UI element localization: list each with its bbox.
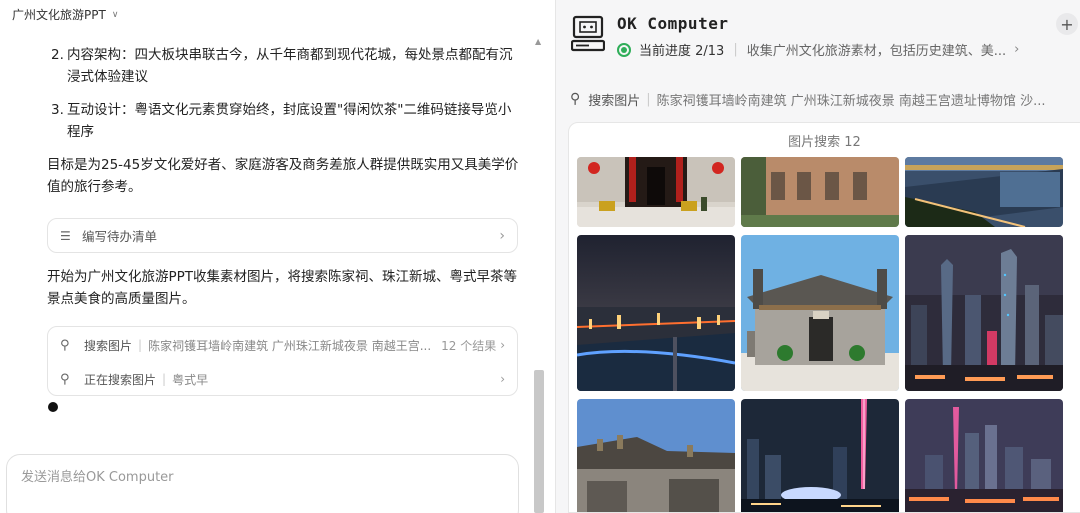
results-header: 图片搜索 12 xyxy=(788,134,861,150)
scrollbar-thumb[interactable] xyxy=(534,370,544,513)
search-query: 陈家祠镬耳墙岭南建筑 广州珠江新城夜景 南越王宫遗址博物馆 沙... xyxy=(656,93,1046,109)
result-count: 12 个结果 xyxy=(441,338,497,353)
canton-tower-night-image[interactable] xyxy=(741,399,899,512)
divider: | xyxy=(646,91,651,107)
message-content: 2. 内容架构：四大板块串联古今，从千年商都到现代花城，每处景点都配有沉浸式体验… xyxy=(47,44,521,198)
list-item: 3. 互动设计：粤语文化元素贯穿始终，封底设置"得闲饮茶"二维码链接导览小程序 xyxy=(47,99,521,143)
guangzhou-skyline-night-image[interactable] xyxy=(905,399,1063,512)
list-number: 3. xyxy=(51,102,64,118)
status-dot-icon xyxy=(617,42,631,57)
document-title: 广州文化旅游PPT xyxy=(12,8,106,22)
list-number: 2. xyxy=(51,47,64,63)
list-item: 2. 内容架构：四大板块串联古今，从千年商都到现代花城，每处景点都配有沉浸式体验… xyxy=(47,44,521,88)
chevron-down-icon: ∨ xyxy=(111,9,119,20)
message-input[interactable]: 发送消息给OK Computer xyxy=(6,454,519,513)
searching-icon: ⚲ xyxy=(60,371,70,387)
start-paragraph: 开始为广州文化旅游PPT收集素材图片，将搜索陈家祠、珠江新城、粤式早茶等景点美食… xyxy=(47,269,518,307)
progress-row[interactable]: 当前进度 2/13 | 收集广州文化旅游素材，包括历史建筑、美... › xyxy=(617,40,1057,59)
list-icon: ☰ xyxy=(60,228,71,243)
progress-label: 当前进度 2/13 xyxy=(639,44,725,59)
image-results-panel: 图片搜索 12 xyxy=(568,122,1080,513)
chen-clan-temple-gate-image[interactable] xyxy=(577,157,735,227)
chen-clan-roof-ridge-image[interactable] xyxy=(577,399,735,512)
computer-pane: OK Computer 当前进度 2/13 | 收集广州文化旅游素材，包括历史建… xyxy=(555,0,1080,513)
chevron-right-icon: › xyxy=(499,227,505,244)
search-icon: ⚲ xyxy=(60,337,70,353)
search-steps-card: ⚲ 搜索图片 | 陈家祠镬耳墙岭南建筑 广州珠江新城夜景 南越王宫... 12 … xyxy=(47,326,518,396)
search-label: 搜索图片 xyxy=(588,93,641,109)
pearl-river-night-aerial-image[interactable] xyxy=(577,235,735,391)
chevron-right-icon: › xyxy=(500,372,505,386)
step-label: 正在搜索图片 xyxy=(84,372,157,387)
step-label: 搜索图片 xyxy=(84,338,133,353)
divider: | xyxy=(162,372,167,386)
typing-indicator xyxy=(48,402,58,412)
todo-list-card[interactable]: ☰ 编写待办清单 › xyxy=(47,218,518,253)
computer-icon xyxy=(571,15,605,52)
todo-card-label: 编写待办清单 xyxy=(82,229,158,244)
search-icon: ⚲ xyxy=(570,91,581,107)
current-task: 收集广州文化旅游素材，包括历史建筑、美... xyxy=(746,44,1007,59)
image-search-bar: ⚲ 搜索图片 | 陈家祠镬耳墙岭南建筑 广州珠江新城夜景 南越王宫遗址博物馆 沙… xyxy=(570,88,1080,110)
step-query: 粤式早 xyxy=(172,372,209,387)
zhujiang-new-town-night-image[interactable] xyxy=(905,235,1063,391)
divider: | xyxy=(733,42,738,57)
chat-pane: 广州文化旅游PPT ∨ ▲ 2. 内容架构：四大板块串联古今，从千年商都到现代花… xyxy=(0,0,548,513)
lingnan-ancestral-hall-image[interactable] xyxy=(741,235,899,391)
scroll-up-icon[interactable]: ▲ xyxy=(535,37,541,46)
chevron-right-icon: › xyxy=(1014,42,1020,57)
list-text: 互动设计：粤语文化元素贯穿始终，封底设置"得闲饮茶"二维码链接导览小程序 xyxy=(67,102,512,140)
goal-paragraph: 目标是为25-45岁文化爱好者、家庭游客及商务差旅人群提供既实用又具美学价值的旅… xyxy=(47,157,519,195)
chevron-right-icon: › xyxy=(500,338,505,352)
computer-title: OK Computer xyxy=(617,14,729,33)
colonial-building-image[interactable] xyxy=(741,157,899,227)
document-title-dropdown[interactable]: 广州文化旅游PPT ∨ xyxy=(12,6,118,23)
input-placeholder: 发送消息给OK Computer xyxy=(21,470,174,485)
searching-step[interactable]: ⚲ 正在搜索图片 | 粤式早 › xyxy=(60,369,505,389)
pearl-river-dusk-image[interactable] xyxy=(905,157,1063,227)
list-text: 内容架构：四大板块串联古今，从千年商都到现代花城，每处景点都配有沉浸式体验建议 xyxy=(67,47,513,85)
image-search-step[interactable]: ⚲ 搜索图片 | 陈家祠镬耳墙岭南建筑 广州珠江新城夜景 南越王宫... 12 … xyxy=(60,335,505,355)
step-query: 陈家祠镬耳墙岭南建筑 广州珠江新城夜景 南越王宫... xyxy=(148,338,432,353)
add-button[interactable]: + xyxy=(1056,13,1078,35)
divider: | xyxy=(138,338,143,352)
